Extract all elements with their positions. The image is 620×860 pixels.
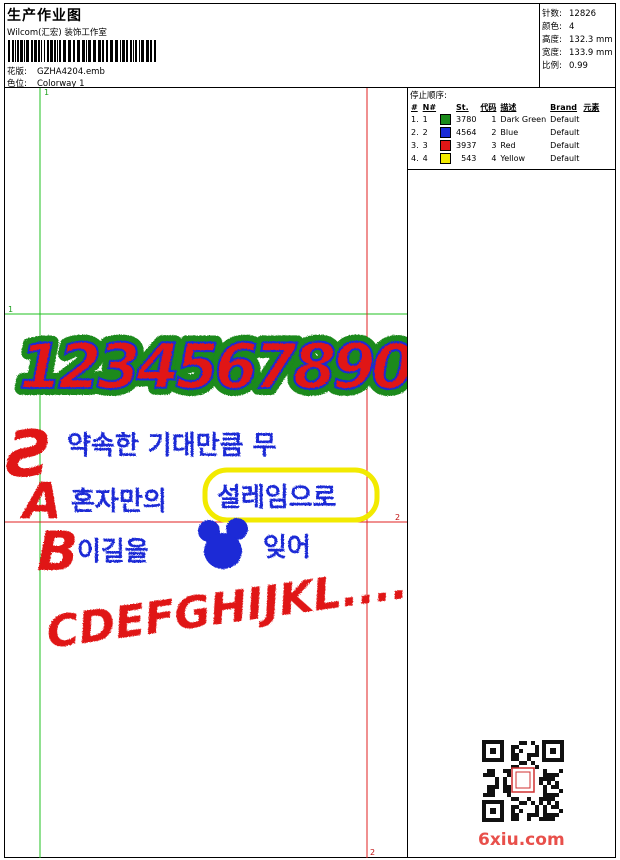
guide-label-bottom: 2 [370,848,375,857]
barcode [8,40,156,62]
stat-width: 宽度: 133.9 mm [542,46,613,58]
stat-label: 针数: [542,9,562,19]
col-brand: Brand [550,102,578,112]
stat-value: 4 [569,22,575,32]
col-desc: 描述 [500,102,517,112]
watermark: 6xiu.com [478,830,565,850]
stop-sequence-panel: 停止顺序: # N# St. 代码 描述 Brand 元素 1. 1 3780 1 Da… [408,88,615,170]
row-stitches: 4564 [456,128,477,137]
col-element: 元素 [583,102,600,112]
stats-panel: 针数: 12826 颜色: 4 高度: 132.3 mm 宽度: 133.9 mm 比例… [540,4,615,88]
letter-b: B [37,520,78,583]
stop-sequence-title: 停止顺序: [410,91,447,101]
row-swatch [438,126,454,139]
row-code: 3 [491,141,497,150]
design-file-value: GZHA4204.emb [37,67,105,77]
row-stitches: 543 [461,154,477,163]
row-brand: Default [550,128,580,137]
row-element [581,126,601,139]
row-index: 3. [411,141,419,150]
design-file-row: 花版: GZHA4204.emb [7,65,105,77]
table-row: 2. 2 4564 2 Blue Default [409,126,601,139]
qr-code [480,738,566,824]
design-file-label: 花版: [7,67,27,77]
guide-label-right: 2 [395,513,400,522]
stat-value: 132.3 mm [569,35,613,45]
numbers-embroidery: 1234567890 1234567890 [12,323,408,410]
korean-line-3a: 이길을 [77,537,149,567]
table-row: 1. 1 3780 1 Dark Green Default [409,113,601,126]
table-row: 4. 4 543 4 Yellow Default [409,152,601,165]
col-n: N# [422,102,437,112]
stat-value: 0.99 [569,61,588,71]
row-element [581,152,601,165]
row-desc: Blue [500,128,519,137]
stat-height: 高度: 132.3 mm [542,33,613,45]
row-index: 2. [411,128,419,137]
row-n: 3 [422,141,428,150]
letter-row: CDEFGHIJKL.... [43,558,408,659]
row-brand: Default [550,141,580,150]
company-name: Wilcom(汇宏) 装饰工作室 [7,28,107,38]
row-brand: Default [550,115,580,124]
stop-sequence-table: # N# St. 代码 描述 Brand 元素 1. 1 3780 1 Dark Gre… [409,101,601,165]
table-row: 3. 3 3937 3 Red Default [409,139,601,152]
row-n: 2 [422,128,428,137]
row-index: 1. [411,115,419,124]
mouse-head-icon [198,518,248,569]
row-stitches: 3937 [456,141,477,150]
korean-text: 약속한 기대만큼 무 혼자만의 설레임으로 이길을 잊어 [67,431,337,567]
color-swatch [440,127,452,138]
row-code: 1 [491,115,497,124]
korean-line-3b: 잊어 [263,533,311,563]
stat-value: 12826 [569,9,597,19]
col-stitches: St. [456,102,469,112]
row-n: 1 [422,115,428,124]
row-desc: Yellow [500,154,526,163]
row-n: 4 [422,154,428,163]
guide-label-top: 1 [44,88,49,97]
stat-label: 比例: [542,61,562,71]
col-index: # [411,102,418,112]
stat-label: 高度: [542,35,562,45]
embroidery-design-area: 1 1 2 2 1234567890 1234567890 약속한 기대만큼 무… [5,88,408,858]
color-swatch [440,153,452,164]
row-swatch [438,113,454,126]
stat-colors: 颜色: 4 [542,20,574,32]
row-element [581,139,601,152]
stat-stitches: 针数: 12826 [542,7,596,19]
korean-line-1: 약속한 기대만큼 무 [67,431,277,461]
sheet-title: 生产作业图 [7,8,82,24]
row-desc: Red [500,141,516,150]
row-index: 4. [411,154,419,163]
stat-scale: 比例: 0.99 [542,59,588,71]
row-desc: Dark Green [500,115,547,124]
row-code: 2 [491,128,497,137]
stat-label: 颜色: [542,22,562,32]
color-swatch [440,114,452,125]
row-swatch [438,139,454,152]
stat-value: 133.9 mm [569,48,613,58]
numbers-fill: 1234567890 [19,330,408,403]
col-swatch [438,101,454,113]
korean-line-2b: 설레임으로 [217,483,337,513]
color-swatch [440,140,452,151]
table-header-row: # N# St. 代码 描述 Brand 元素 [409,101,601,113]
row-element [581,113,601,126]
korean-line-2a: 혼자만의 [71,487,167,517]
row-code: 4 [491,154,497,163]
header-panel: 生产作业图 Wilcom(汇宏) 装饰工作室 花版: GZHA4204.emb 色… [5,4,540,89]
guide-label-left: 1 [8,305,13,314]
row-stitches: 3780 [456,115,477,124]
col-code: 代码 [480,102,497,112]
stat-label: 宽度: [542,48,562,58]
design-canvas: 1 1 2 2 1234567890 1234567890 약속한 기대만큼 무… [5,88,408,858]
row-brand: Default [550,154,580,163]
row-swatch [438,152,454,165]
